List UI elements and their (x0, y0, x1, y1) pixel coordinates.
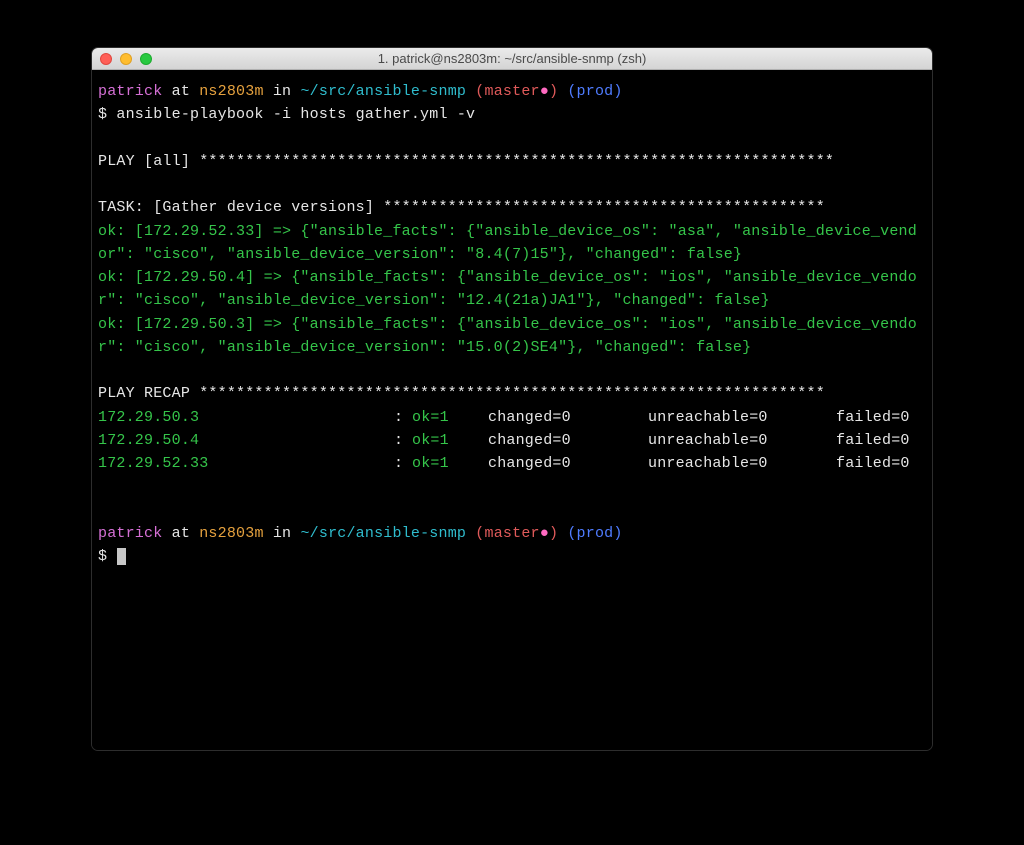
task-header: TASK: [Gather device versions] *********… (98, 196, 926, 219)
task-result: ok: [172.29.50.3] => {"ansible_facts": {… (98, 313, 926, 360)
recap-unreachable: unreachable=0 (648, 452, 836, 475)
recap-row: 172.29.50.4 : ok=1 changed=0 unreachable… (98, 429, 926, 452)
prompt-host: ns2803m (199, 83, 263, 100)
recap-changed: changed=0 (488, 406, 648, 429)
terminal-window: 1. patrick@ns2803m: ~/src/ansible-snmp (… (92, 48, 932, 750)
prompt-path: ~/src/ansible-snmp (300, 525, 466, 542)
git-branch: master (485, 525, 540, 542)
play-recap-header: PLAY RECAP *****************************… (98, 382, 926, 405)
close-button[interactable] (100, 53, 112, 65)
recap-row: 172.29.50.3 : ok=1 changed=0 unreachable… (98, 406, 926, 429)
recap-row: 172.29.52.33 : ok=1 changed=0 unreachabl… (98, 452, 926, 475)
recap-ok: ok=1 (412, 429, 488, 452)
prompt-line: patrick at ns2803m in ~/src/ansible-snmp… (98, 80, 926, 103)
command-text: ansible-playbook -i hosts gather.yml -v (116, 106, 475, 123)
recap-failed: failed=0 (836, 452, 910, 475)
prompt-user: patrick (98, 83, 162, 100)
command-line: $ ansible-playbook -i hosts gather.yml -… (98, 103, 926, 126)
env-name: prod (577, 525, 614, 542)
env-name: prod (577, 83, 614, 100)
cursor-icon (117, 548, 126, 565)
recap-unreachable: unreachable=0 (648, 406, 836, 429)
recap-failed: failed=0 (836, 406, 910, 429)
maximize-button[interactable] (140, 53, 152, 65)
recap-ok: ok=1 (412, 452, 488, 475)
recap-unreachable: unreachable=0 (648, 429, 836, 452)
prompt-host: ns2803m (199, 525, 263, 542)
git-branch: master (485, 83, 540, 100)
recap-failed: failed=0 (836, 429, 910, 452)
minimize-button[interactable] (120, 53, 132, 65)
git-dirty-indicator: ● (540, 83, 549, 100)
recap-changed: changed=0 (488, 452, 648, 475)
prompt-line: patrick at ns2803m in ~/src/ansible-snmp… (98, 522, 926, 545)
recap-host: 172.29.52.33 (98, 452, 394, 475)
window-title: 1. patrick@ns2803m: ~/src/ansible-snmp (… (92, 51, 932, 66)
task-result: ok: [172.29.50.4] => {"ansible_facts": {… (98, 266, 926, 313)
terminal-body[interactable]: patrick at ns2803m in ~/src/ansible-snmp… (92, 70, 932, 750)
git-dirty-indicator: ● (540, 525, 549, 542)
recap-changed: changed=0 (488, 429, 648, 452)
prompt-path: ~/src/ansible-snmp (300, 83, 466, 100)
task-result: ok: [172.29.52.33] => {"ansible_facts": … (98, 220, 926, 267)
traffic-lights (100, 53, 152, 65)
prompt-user: patrick (98, 525, 162, 542)
recap-ok: ok=1 (412, 406, 488, 429)
play-header: PLAY [all] *****************************… (98, 150, 926, 173)
recap-host: 172.29.50.4 (98, 429, 394, 452)
command-line[interactable]: $ (98, 545, 926, 568)
recap-host: 172.29.50.3 (98, 406, 394, 429)
title-bar: 1. patrick@ns2803m: ~/src/ansible-snmp (… (92, 48, 932, 70)
